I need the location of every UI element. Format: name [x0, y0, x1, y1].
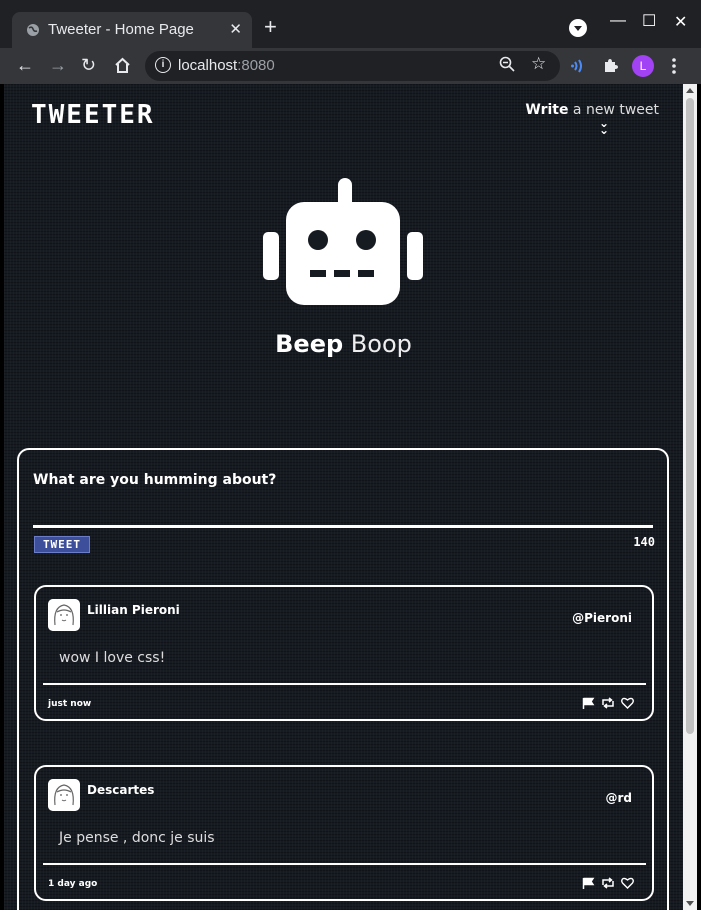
user-avatar — [48, 599, 80, 631]
site-info-icon[interactable]: i — [155, 57, 171, 73]
close-window-icon[interactable]: ✕ — [674, 12, 687, 32]
url-text[interactable]: localhost:8080 — [178, 57, 275, 74]
page-scrollbar[interactable] — [683, 84, 697, 910]
minimize-icon[interactable]: — — [610, 12, 626, 30]
home-icon[interactable] — [114, 57, 131, 74]
profile-name: Beep Boop — [4, 330, 683, 358]
bookmark-star-icon[interactable]: ☆ — [531, 54, 546, 74]
tweet-author-name: Lillian Pieroni — [87, 603, 180, 617]
tweet-author-handle: @Pieroni — [572, 611, 632, 625]
tweet-input-underline — [33, 525, 653, 528]
browser-toolbar: ← → ↻ i localhost:8080 ☆ L — [0, 48, 701, 84]
tweet-text: wow I love css! — [59, 650, 166, 666]
tweet-card: Lillian Pieroni @Pieroni wow I love css!… — [34, 585, 654, 721]
tweet-timestamp: 1 day ago — [48, 879, 98, 889]
profile-last-name: Boop — [350, 330, 412, 358]
flag-icon[interactable] — [582, 877, 595, 889]
tweet-timestamp: just now — [48, 699, 92, 709]
heart-icon[interactable] — [621, 697, 634, 709]
retweet-icon[interactable] — [601, 877, 615, 889]
tweet-input[interactable]: What are you humming about? — [33, 472, 276, 488]
back-icon[interactable]: ← — [16, 56, 34, 74]
forward-icon[interactable]: → — [49, 56, 67, 74]
zoom-icon[interactable] — [499, 56, 515, 72]
scroll-down-arrow-icon[interactable] — [686, 901, 694, 906]
tweet-composer: What are you humming about? TWEET 140 Li… — [17, 448, 669, 910]
tweet-divider — [43, 683, 646, 685]
write-tweet-link[interactable]: Write a new tweet — [525, 102, 659, 118]
double-chevron-down-icon[interactable]: ⌄ ⌄ — [599, 117, 609, 136]
browser-tab[interactable]: Tweeter - Home Page ✕ — [12, 12, 252, 48]
extensions-puzzle-icon[interactable] — [602, 57, 619, 74]
tweet-divider — [43, 863, 646, 865]
user-avatar — [48, 779, 80, 811]
address-bar[interactable]: i localhost:8080 ☆ — [145, 51, 560, 81]
tab-title: Tweeter - Home Page — [48, 21, 194, 38]
tab-search-icon[interactable] — [569, 19, 587, 37]
character-counter: 140 — [633, 535, 655, 549]
page-viewport: TWEETER Write a new tweet ⌄ ⌄ Beep Boop W… — [4, 84, 683, 910]
tweet-actions — [582, 877, 634, 889]
tweet-actions — [582, 697, 634, 709]
heart-icon[interactable] — [621, 877, 634, 889]
profile-first-name: Beep — [275, 330, 344, 358]
profile-avatar[interactable]: L — [632, 55, 654, 77]
maximize-icon[interactable]: ☐ — [642, 11, 656, 31]
robot-avatar-icon — [263, 178, 423, 305]
new-tab-button[interactable]: + — [264, 16, 277, 38]
brand-logo[interactable]: TWEETER — [31, 100, 155, 130]
cast-extension-icon[interactable] — [570, 57, 588, 75]
kebab-menu-icon[interactable] — [671, 57, 677, 75]
tweet-author-name: Descartes — [87, 783, 155, 797]
scrollbar-thumb[interactable] — [686, 98, 694, 734]
write-bold-text: Write — [525, 102, 569, 118]
browser-tab-strip: Tweeter - Home Page ✕ + — ☐ ✕ — [0, 0, 701, 48]
flag-icon[interactable] — [582, 697, 595, 709]
tweet-text: Je pense , donc je suis — [59, 830, 215, 846]
tab-close-icon[interactable]: ✕ — [229, 20, 242, 38]
write-rest-text: a new tweet — [568, 102, 659, 118]
reload-icon[interactable]: ↻ — [81, 56, 96, 74]
scroll-up-arrow-icon[interactable] — [686, 88, 694, 93]
tweet-submit-button[interactable]: TWEET — [34, 536, 90, 553]
retweet-icon[interactable] — [601, 697, 615, 709]
tweet-card: Descartes @rd Je pense , donc je suis 1 … — [34, 765, 654, 901]
tweet-author-handle: @rd — [605, 791, 632, 805]
globe-icon — [27, 24, 39, 36]
